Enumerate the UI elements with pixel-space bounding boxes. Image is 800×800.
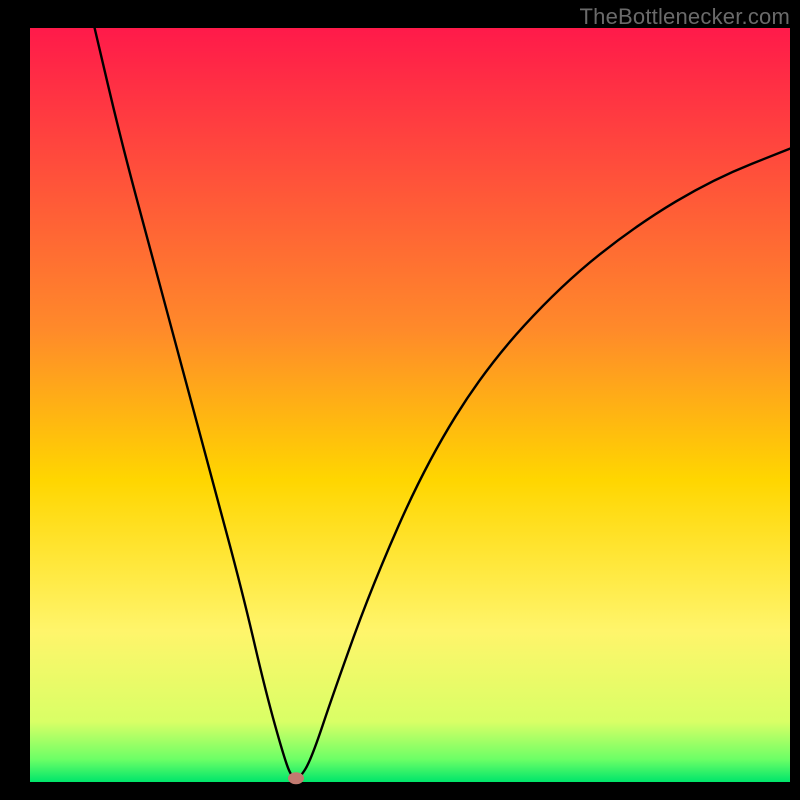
plot-background — [30, 28, 790, 782]
attribution-label: TheBottlenecker.com — [580, 4, 790, 30]
chart-frame: TheBottlenecker.com — [0, 0, 800, 800]
optimal-marker — [288, 772, 304, 784]
bottleneck-chart — [0, 0, 800, 800]
